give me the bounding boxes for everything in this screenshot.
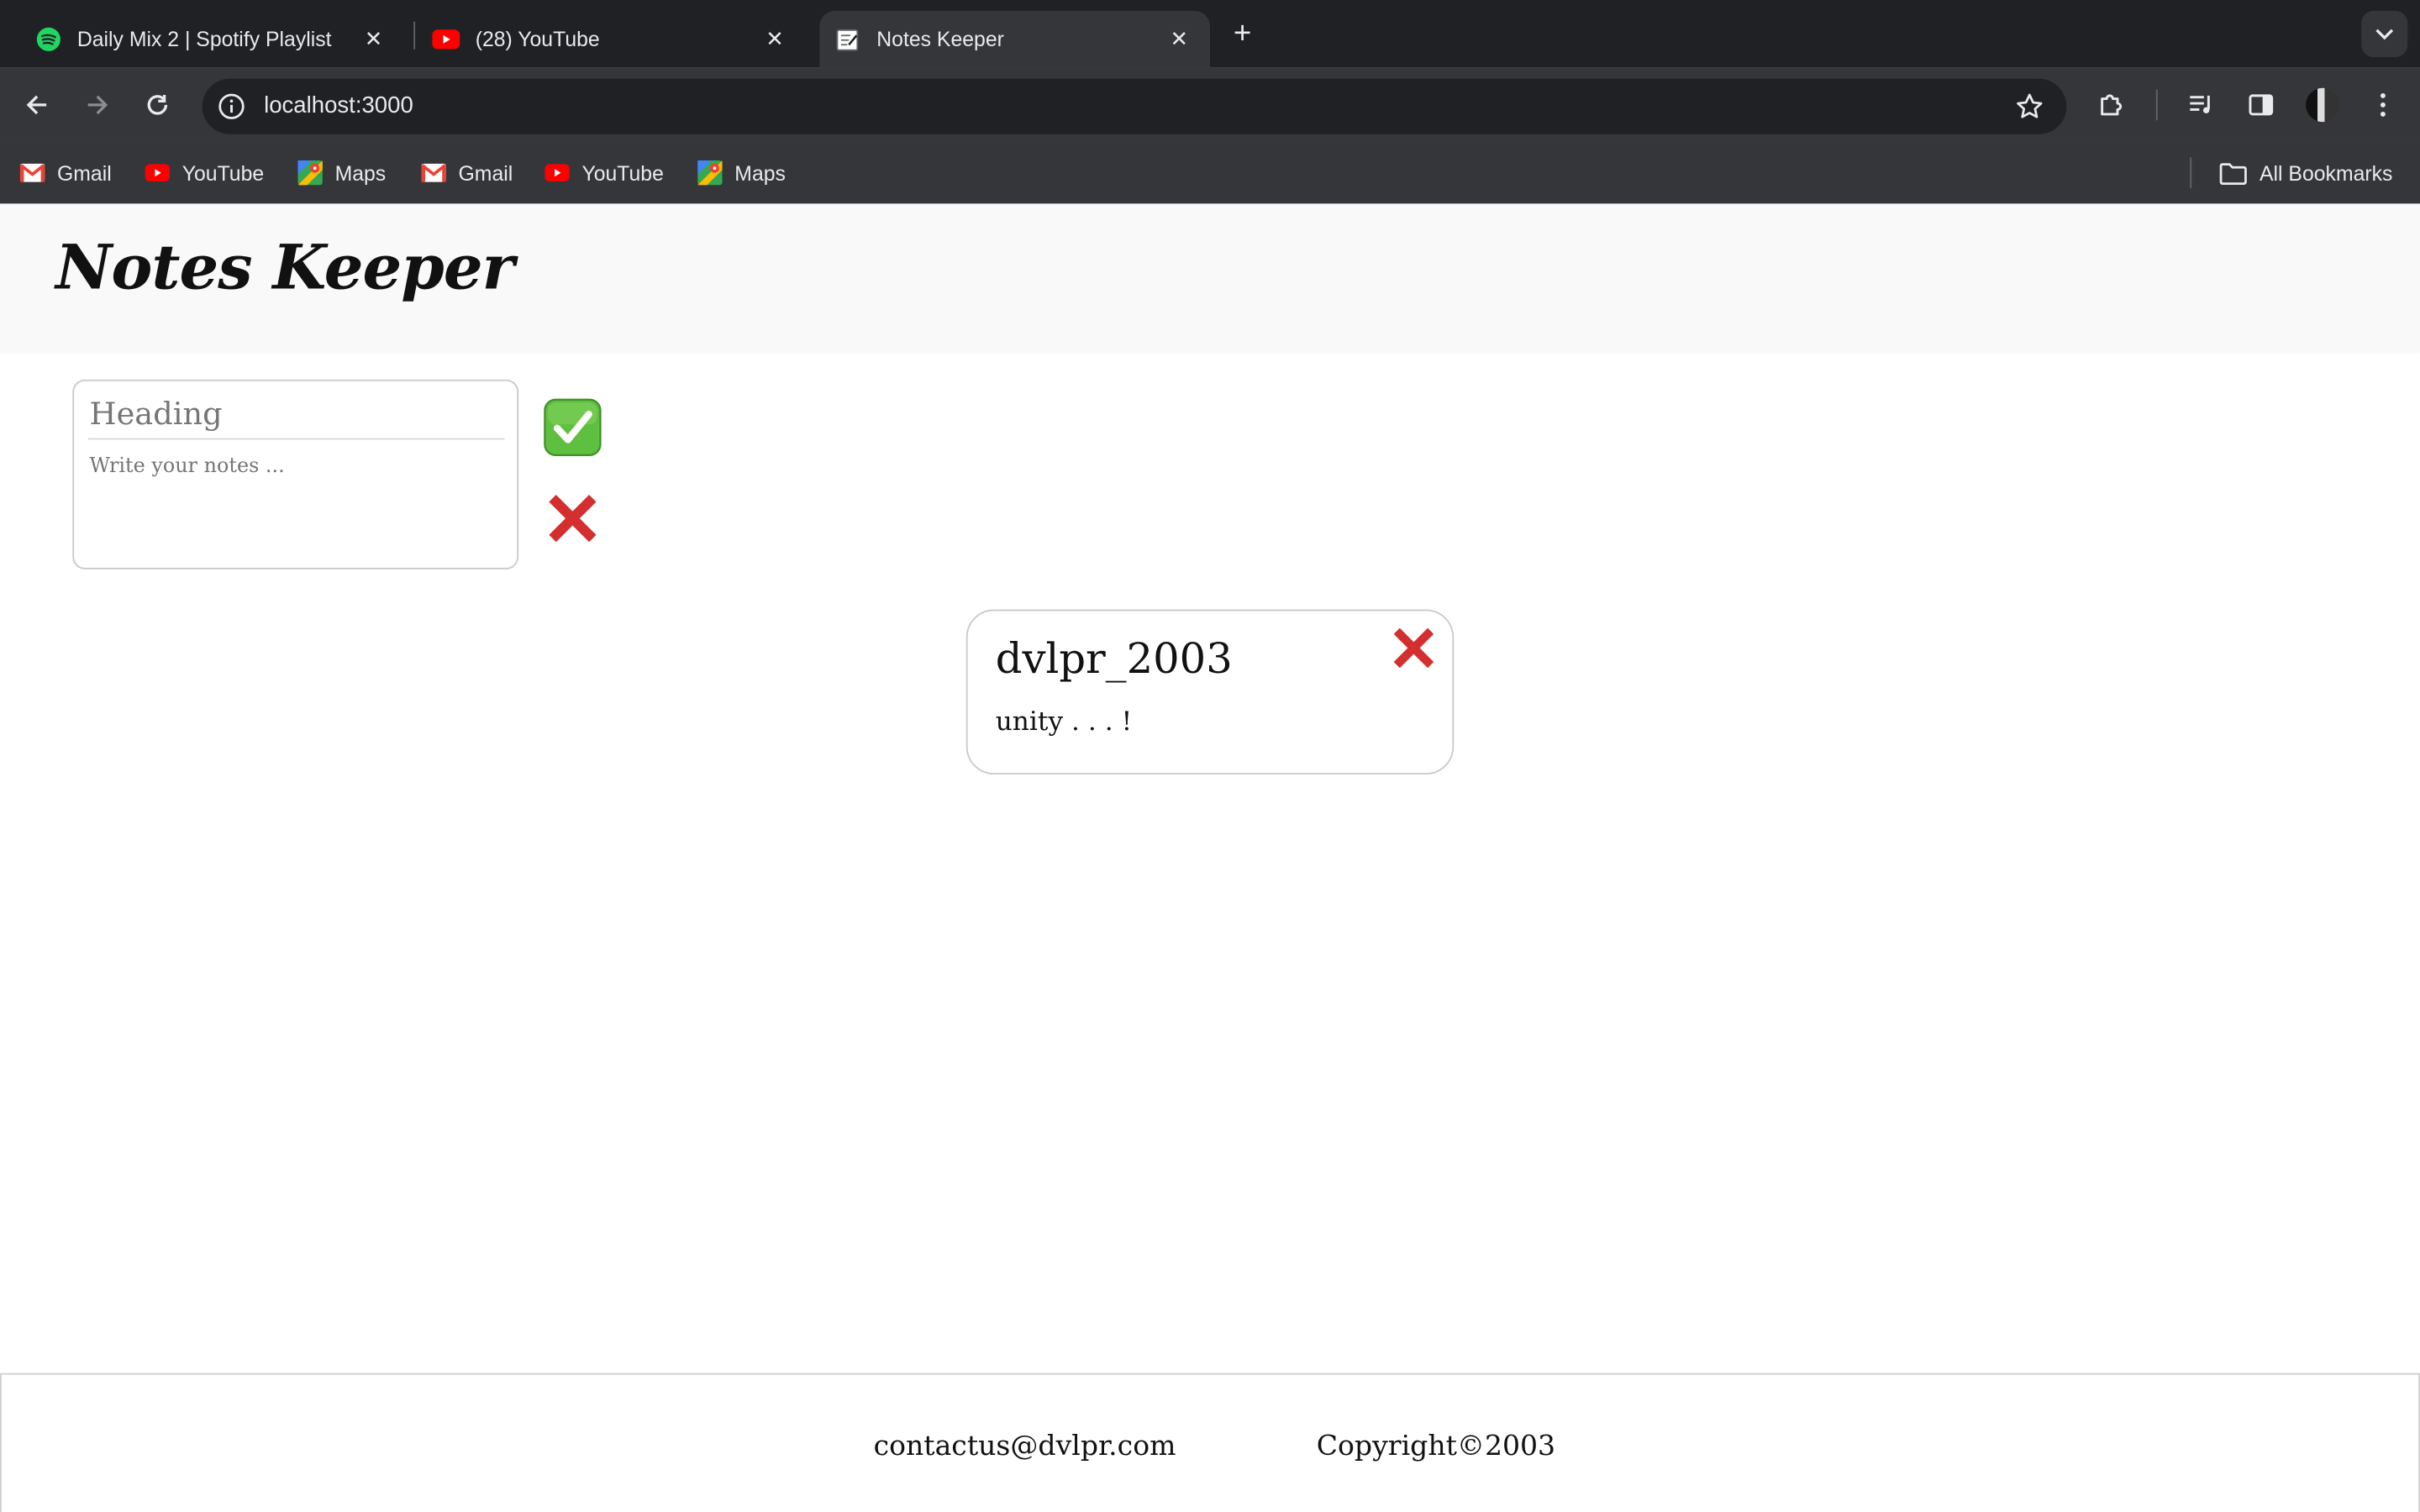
browser-toolbar: localhost:3000 — [0, 67, 2420, 142]
screen: Daily Mix 2 | Spotify Playlist ✕ (28) Yo… — [0, 0, 2420, 1512]
bookmark-label: Gmail — [56, 160, 112, 185]
media-control-icon[interactable] — [2182, 87, 2219, 123]
url-text: localhost:3000 — [264, 92, 413, 119]
bookmark-star-icon[interactable] — [2014, 91, 2045, 122]
toolbar-divider — [2155, 89, 2158, 121]
bookmark-label: Gmail — [458, 160, 513, 185]
maps-icon — [697, 160, 723, 186]
youtube-icon — [432, 25, 460, 53]
bookmark-maps[interactable]: Maps — [297, 159, 386, 186]
tab-search-button[interactable] — [2361, 10, 2408, 57]
bookmark-label: YouTube — [182, 160, 265, 185]
gmail-icon — [19, 160, 45, 185]
note-composer — [72, 379, 519, 570]
bookmark-youtube[interactable]: YouTube — [145, 159, 265, 186]
chevron-down-icon — [2375, 29, 2394, 40]
arrow-right-icon — [87, 95, 108, 115]
more-menu-icon[interactable] — [2365, 87, 2402, 123]
youtube-icon — [145, 160, 171, 185]
note-card: dvlpr_2003 unity . . . ! — [965, 609, 1455, 775]
composer-divider — [87, 438, 505, 440]
note-title: dvlpr_2003 — [995, 635, 1233, 684]
app-header: Notes Keeper — [0, 203, 2420, 352]
reload-icon — [147, 94, 168, 115]
page-title: Notes Keeper — [55, 231, 514, 304]
tab-divider — [413, 21, 416, 50]
extensions-icon[interactable] — [2093, 87, 2130, 123]
tab-spotify[interactable]: Daily Mix 2 | Spotify Playlist ✕ — [15, 11, 404, 68]
tab-title: Daily Mix 2 | Spotify Playlist — [76, 28, 332, 51]
close-icon[interactable]: ✕ — [1167, 26, 1192, 50]
tab-title: (28) YouTube — [475, 28, 600, 51]
footer-copyright: Copyright©2003 — [1316, 1430, 1556, 1463]
tab-notes-keeper[interactable]: Notes Keeper ✕ — [819, 10, 1210, 68]
delete-note-button[interactable] — [1391, 625, 1437, 671]
gmail-icon — [421, 160, 446, 185]
forward-button[interactable] — [79, 87, 116, 123]
youtube-icon — [544, 160, 570, 185]
arrow-left-icon — [26, 95, 47, 115]
tab-strip: Daily Mix 2 | Spotify Playlist ✕ (28) Yo… — [0, 0, 2420, 68]
reload-button[interactable] — [139, 87, 176, 123]
bookmark-gmail[interactable]: Gmail — [19, 159, 112, 186]
bookmark-maps[interactable]: Maps — [697, 159, 786, 186]
cross-mark-icon — [549, 495, 597, 543]
back-button[interactable] — [18, 87, 55, 123]
add-note-button[interactable] — [544, 398, 602, 457]
bookmark-youtube[interactable]: YouTube — [544, 159, 664, 186]
bookmark-label: Maps — [734, 160, 786, 185]
notes-icon — [834, 25, 861, 53]
tab-title: Notes Keeper — [876, 28, 1004, 51]
maps-icon — [297, 160, 323, 186]
spotify-icon — [34, 25, 61, 53]
bookmarks-divider — [2190, 157, 2192, 189]
tab-youtube[interactable]: (28) YouTube ✕ — [417, 11, 806, 68]
side-panel-icon[interactable] — [2243, 87, 2280, 123]
address-bar[interactable]: localhost:3000 — [202, 78, 2067, 134]
folder-icon — [2217, 160, 2247, 185]
clear-composer-button[interactable] — [544, 489, 602, 548]
note-body: unity . . . ! — [995, 706, 1133, 738]
bookmark-gmail[interactable]: Gmail — [421, 159, 513, 186]
close-icon[interactable]: ✕ — [361, 26, 386, 50]
bookmarks-bar: Gmail YouTube Maps Gmail YouTube Maps Al… — [0, 141, 2420, 204]
footer-email: contactus@dvlpr.com — [873, 1430, 1176, 1463]
page-footer: contactus@dvlpr.com Copyright©2003 — [0, 1373, 2420, 1512]
cross-mark-icon — [1393, 627, 1434, 669]
notes-textarea[interactable] — [89, 454, 503, 558]
check-mark-icon — [544, 398, 602, 456]
site-info-icon[interactable] — [214, 90, 248, 123]
bookmark-label: YouTube — [581, 160, 664, 185]
all-bookmarks-label: All Bookmarks — [2259, 160, 2393, 185]
close-icon[interactable]: ✕ — [762, 26, 786, 50]
heading-input[interactable] — [89, 387, 503, 440]
all-bookmarks-button[interactable]: All Bookmarks — [2217, 159, 2392, 186]
new-tab-button[interactable]: + — [1225, 17, 1259, 50]
bookmark-label: Maps — [334, 160, 387, 185]
profile-avatar[interactable] — [2306, 87, 2340, 123]
